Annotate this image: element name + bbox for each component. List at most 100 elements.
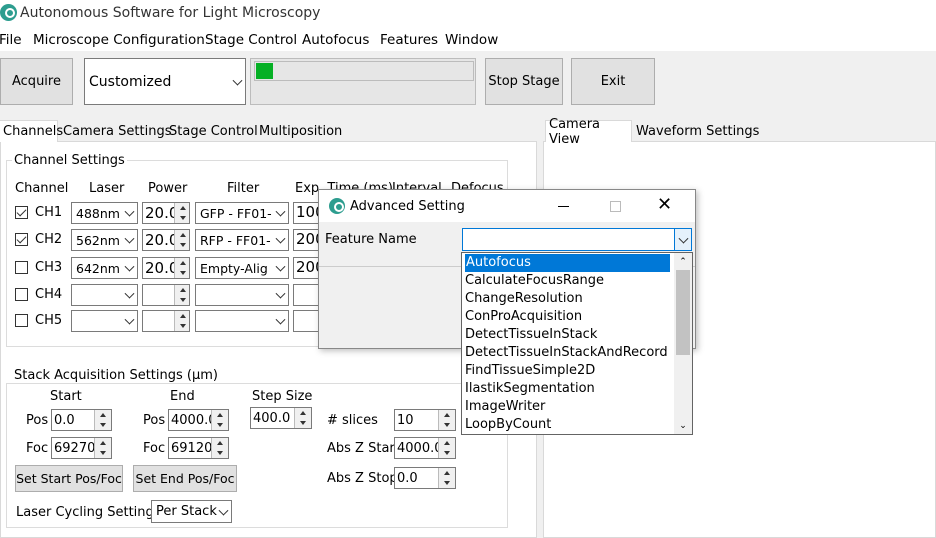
chevron-down-icon [124, 314, 135, 325]
abs-z-start-input[interactable]: 4000.0 [394, 437, 456, 459]
feature-option[interactable]: FindTissueSimple2D [465, 362, 595, 380]
scroll-up-icon[interactable]: ⌃ [674, 253, 692, 270]
spin-buttons[interactable] [174, 311, 189, 331]
slices-input[interactable]: 10 [394, 409, 456, 431]
laser-select[interactable] [71, 284, 138, 306]
spin-buttons[interactable] [211, 410, 228, 430]
channel-checkbox[interactable] [15, 314, 28, 327]
filter-select[interactable]: RFP - FF01- [195, 229, 289, 251]
abs-z-stop-input[interactable]: 0.0 [394, 467, 456, 489]
exit-button[interactable]: Exit [571, 58, 655, 105]
channel-checkbox[interactable] [15, 206, 28, 219]
feature-option[interactable]: ConProAcquisition [465, 308, 582, 326]
abs-z-start-label: Abs Z Start [327, 441, 400, 456]
spin-buttons[interactable] [438, 468, 455, 488]
end-pos-value: 4000.0 [171, 412, 217, 428]
feature-option[interactable]: ImageWriter [465, 398, 545, 416]
start-pos-input[interactable]: 0.0 [51, 409, 112, 431]
spin-buttons[interactable] [94, 410, 111, 430]
feature-option[interactable]: CalculateFocusRange [465, 272, 604, 290]
filter-select[interactable] [195, 310, 289, 332]
laser-select[interactable]: 642nm [71, 257, 138, 279]
chevron-down-icon [275, 261, 286, 272]
menu-file[interactable]: File [0, 32, 22, 48]
acquisition-mode-select[interactable]: Customized [84, 58, 246, 105]
power-input[interactable] [142, 310, 190, 332]
spin-buttons[interactable] [211, 438, 228, 458]
laser-cycling-select[interactable]: Per Stack [151, 500, 232, 523]
tab-channels[interactable]: Channels [0, 120, 63, 142]
filter-select[interactable] [195, 284, 289, 306]
set-end-pos-button[interactable]: Set End Pos/Foc [133, 465, 237, 492]
dropdown-button[interactable] [674, 229, 691, 250]
tab-stage-control[interactable]: Stage Control [166, 120, 261, 142]
spin-buttons[interactable] [174, 230, 189, 250]
dialog-app-icon [329, 198, 345, 214]
start-foc-label: Foc [26, 441, 49, 456]
power-input[interactable]: 20.0 [142, 257, 190, 279]
menu-window[interactable]: Window [445, 32, 498, 48]
minimize-icon[interactable] [558, 206, 569, 207]
spin-buttons[interactable] [174, 203, 189, 223]
start-label: Start [50, 389, 82, 404]
end-pos-label: Pos [143, 413, 166, 428]
scrollbar[interactable]: ⌃ ⌄ [674, 253, 692, 434]
slices-label: # slices [327, 413, 378, 428]
menu-features[interactable]: Features [380, 32, 438, 48]
chevron-down-icon [678, 233, 689, 244]
menu-autofocus[interactable]: Autofocus [302, 32, 369, 48]
spin-buttons[interactable] [438, 410, 455, 430]
chevron-down-icon [218, 505, 229, 516]
header-laser: Laser [89, 181, 125, 196]
tab-camera-settings[interactable]: Camera Settings [60, 120, 174, 142]
power-input[interactable]: 20.0 [142, 202, 190, 224]
feature-option[interactable]: DetectTissueInStackAndRecord [465, 344, 668, 362]
acquire-button[interactable]: Acquire [0, 58, 73, 105]
channel-checkbox[interactable] [15, 233, 28, 246]
feature-option[interactable]: ChangeResolution [465, 290, 583, 308]
power-input[interactable]: 20.0 [142, 229, 190, 251]
end-foc-input[interactable]: 69120.0 [168, 437, 229, 459]
end-pos-input[interactable]: 4000.0 [168, 409, 229, 431]
channel-name: CH4 [35, 287, 63, 302]
spin-buttons[interactable] [294, 408, 311, 428]
channel-checkbox[interactable] [15, 288, 28, 301]
spin-buttons[interactable] [174, 285, 189, 305]
menu-stage-control[interactable]: Stage Control [205, 32, 297, 48]
chevron-down-icon [124, 288, 135, 299]
laser-select[interactable]: 562nm [71, 229, 138, 251]
scroll-down-icon[interactable]: ⌄ [674, 417, 692, 434]
menu-microscope-configuration[interactable]: Microscope Configuration [33, 32, 205, 48]
feature-option[interactable]: DetectTissueInStack [465, 326, 597, 344]
feature-option[interactable]: IlastikSegmentation [465, 380, 595, 398]
step-size-label: Step Size [252, 389, 313, 404]
laser-select[interactable]: 488nm [71, 202, 138, 224]
tab-camera-view[interactable]: Camera View [545, 117, 632, 147]
start-foc-input[interactable]: 69270.0 [51, 437, 112, 459]
close-icon[interactable]: ✕ [657, 194, 672, 216]
chevron-down-icon [124, 206, 135, 217]
feature-dropdown-list: Autofocus CalculateFocusRange ChangeResolu… [461, 252, 693, 435]
spin-buttons[interactable] [94, 438, 111, 458]
laser-select[interactable] [71, 310, 138, 332]
spin-buttons[interactable] [438, 438, 455, 458]
set-start-pos-button[interactable]: Set Start Pos/Foc [15, 465, 123, 492]
power-input[interactable] [142, 284, 190, 306]
tab-multiposition[interactable]: Multiposition [256, 120, 345, 142]
feature-option[interactable]: Autofocus [465, 254, 670, 272]
filter-select[interactable]: GFP - FF01- [195, 202, 289, 224]
laser-cycling-value: Per Stack [156, 504, 217, 519]
chevron-down-icon [124, 261, 135, 272]
maximize-icon[interactable] [610, 201, 621, 212]
feature-name-select[interactable] [462, 228, 692, 251]
channel-checkbox[interactable] [15, 261, 28, 274]
channel-name: CH3 [35, 260, 63, 275]
stop-stage-button[interactable]: Stop Stage [485, 58, 563, 105]
spin-buttons[interactable] [174, 258, 189, 278]
filter-value: RFP - FF01- [200, 232, 271, 248]
tab-waveform-settings[interactable]: Waveform Settings [633, 120, 762, 142]
step-size-input[interactable]: 400.0 [250, 407, 312, 429]
feature-option[interactable]: LoopByCount [465, 416, 551, 434]
filter-select[interactable]: Empty-Alig [195, 257, 289, 279]
scrollbar-thumb[interactable] [676, 270, 690, 355]
